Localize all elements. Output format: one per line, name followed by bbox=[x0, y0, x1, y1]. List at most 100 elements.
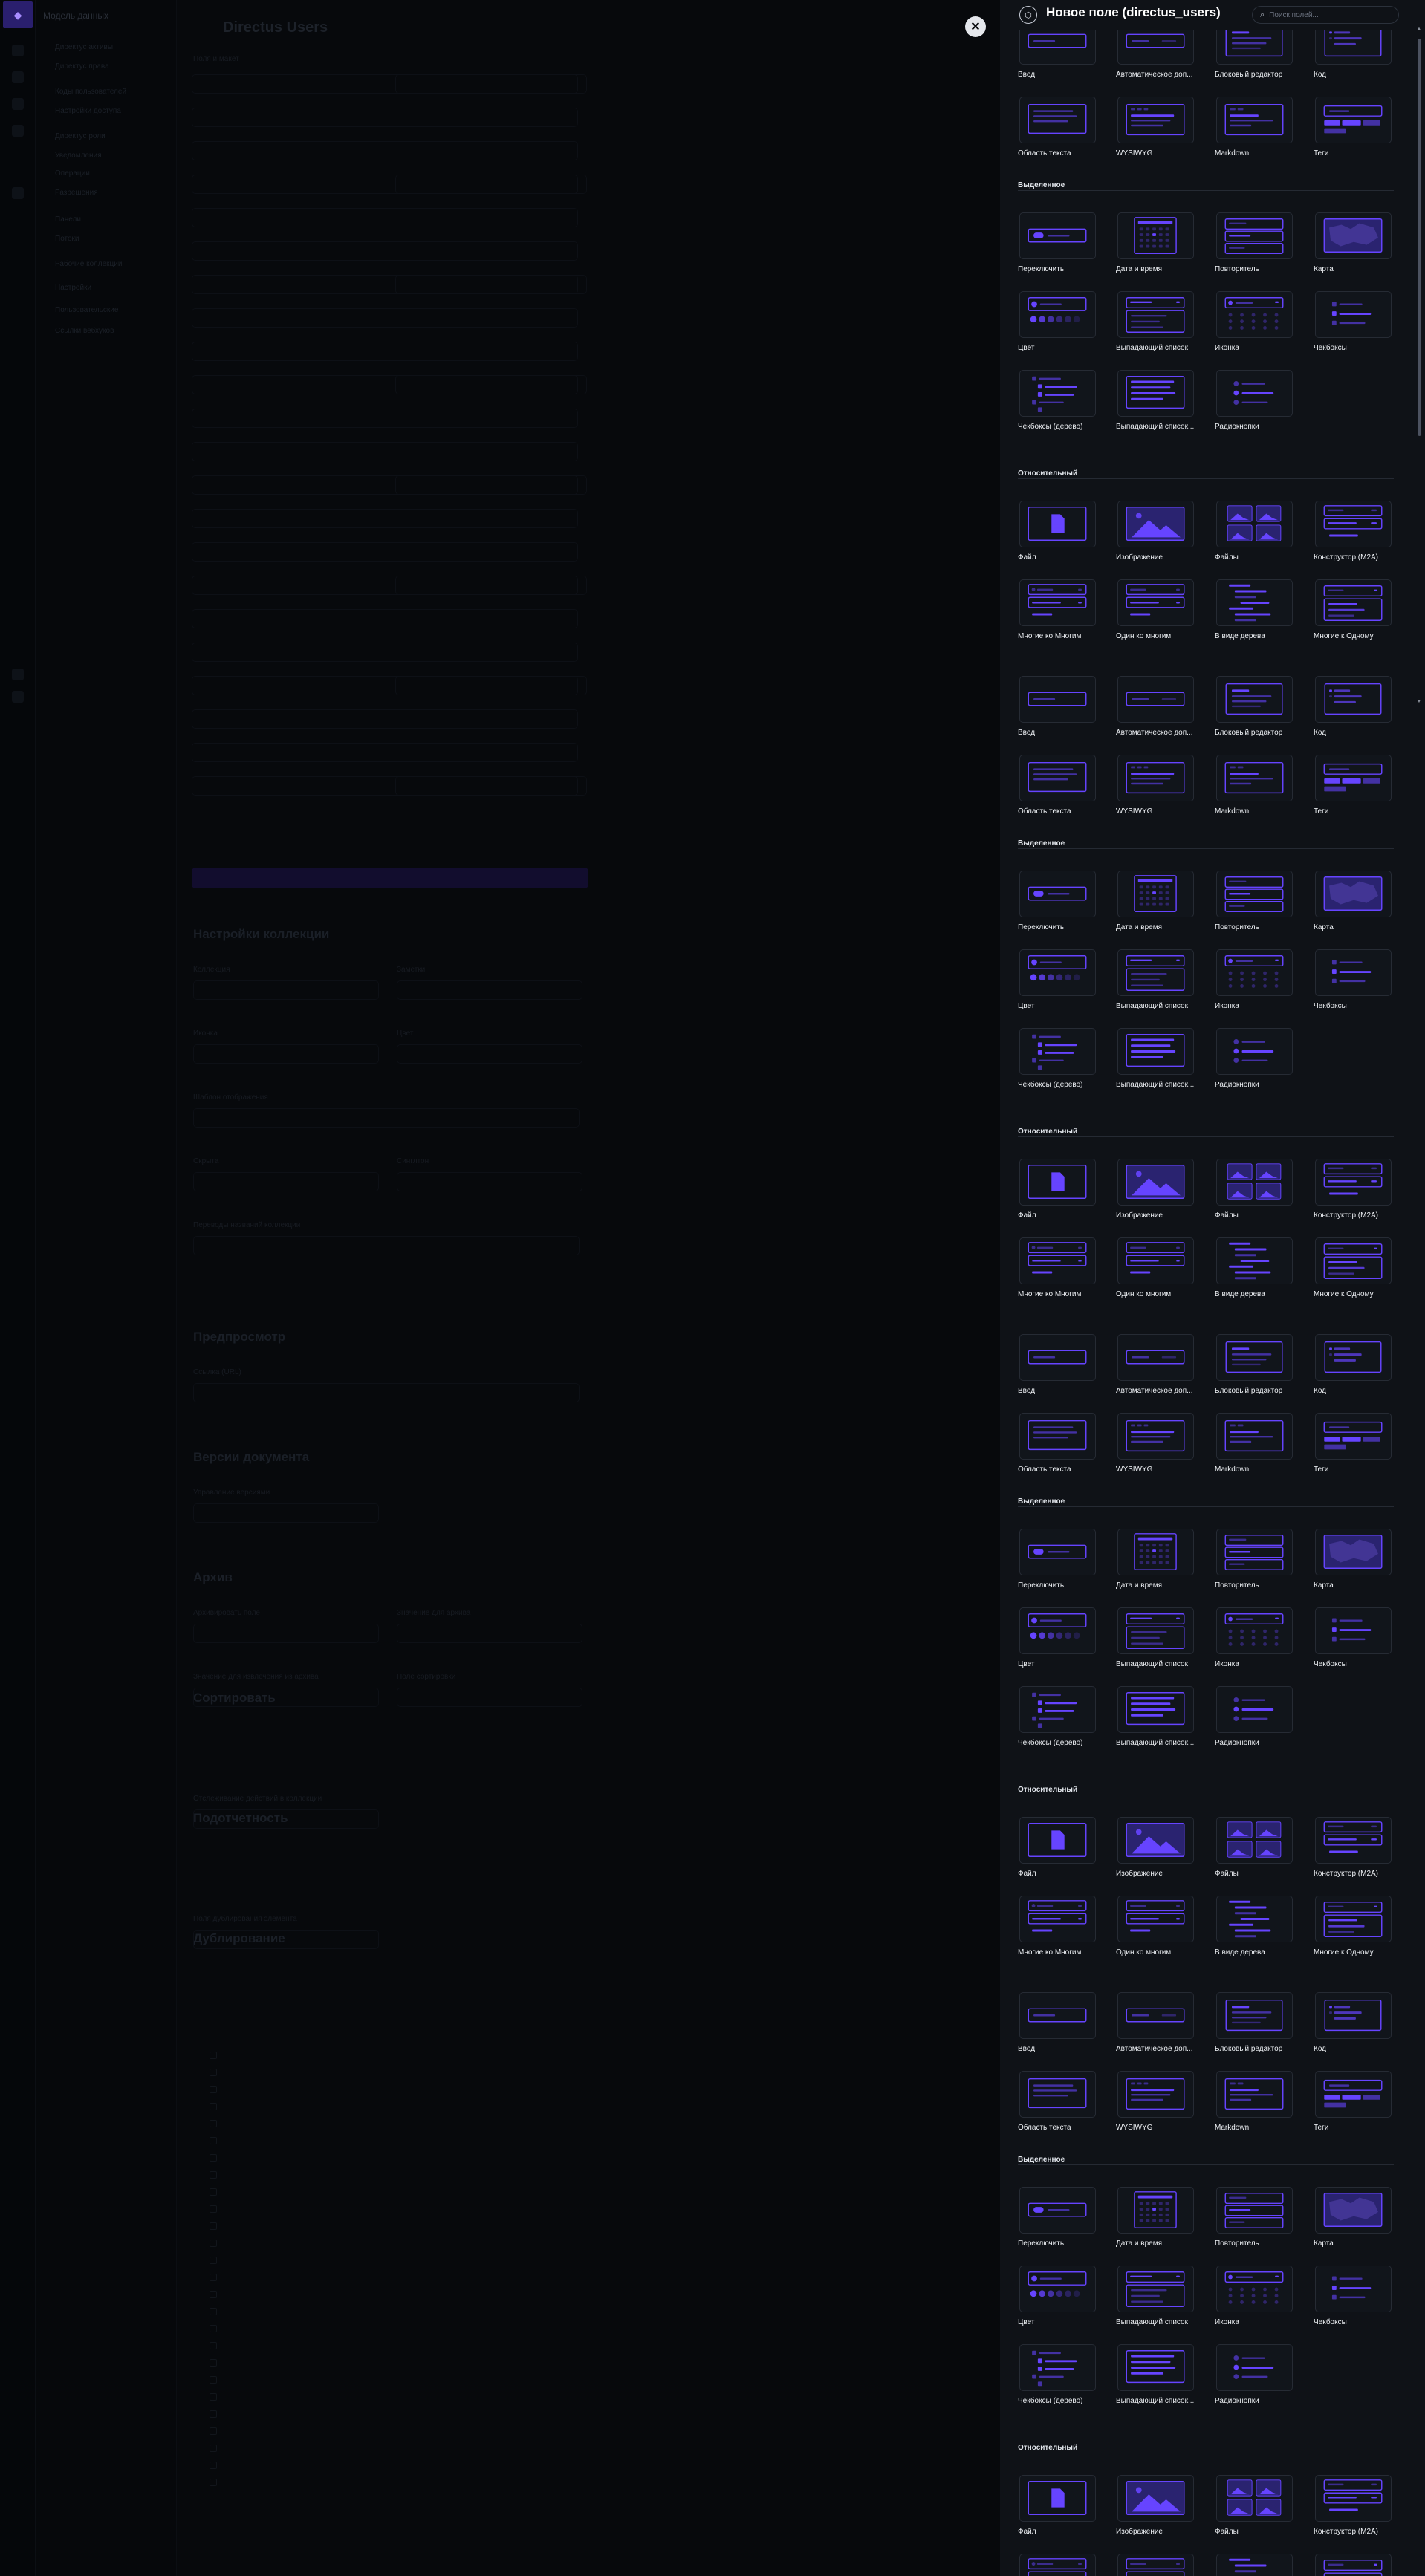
interface-card[interactable] bbox=[1216, 2071, 1293, 2118]
duplication-checkbox[interactable] bbox=[210, 2445, 217, 2452]
interface-card[interactable] bbox=[1315, 1992, 1392, 2039]
nav-item[interactable]: Рабочие коллекции bbox=[55, 260, 122, 268]
interface-card[interactable] bbox=[1019, 579, 1096, 626]
field-row[interactable] bbox=[192, 743, 578, 762]
interface-card[interactable] bbox=[1019, 2344, 1096, 2391]
interface-card[interactable] bbox=[1315, 2071, 1392, 2118]
interface-card[interactable] bbox=[1216, 949, 1293, 996]
interface-card[interactable] bbox=[1019, 2187, 1096, 2234]
scroll-down-icon[interactable]: ▼ bbox=[1417, 700, 1421, 704]
interface-card[interactable] bbox=[1019, 1607, 1096, 1654]
interface-card[interactable] bbox=[1315, 1817, 1392, 1864]
field-row[interactable] bbox=[395, 776, 587, 796]
form-field-input[interactable] bbox=[193, 1044, 379, 1064]
interface-card[interactable] bbox=[1019, 2554, 1096, 2576]
interface-card[interactable] bbox=[1315, 755, 1392, 801]
nav-item[interactable]: Разрешения bbox=[55, 189, 98, 197]
nav-item[interactable]: Ссылки вебхуков bbox=[55, 327, 114, 335]
interface-card[interactable] bbox=[1019, 755, 1096, 801]
duplication-checkbox[interactable] bbox=[210, 2462, 217, 2469]
interface-card[interactable] bbox=[1117, 2266, 1194, 2312]
field-row[interactable] bbox=[192, 709, 578, 729]
interface-card[interactable] bbox=[1315, 2266, 1392, 2312]
interface-card[interactable] bbox=[1117, 501, 1194, 547]
interface-card[interactable] bbox=[1315, 501, 1392, 547]
form-field-input[interactable] bbox=[193, 1172, 379, 1191]
interface-card[interactable] bbox=[1019, 949, 1096, 996]
duplication-checkbox[interactable] bbox=[210, 2052, 217, 2059]
files-module-icon[interactable] bbox=[12, 98, 24, 110]
field-row[interactable] bbox=[192, 241, 578, 261]
interface-card[interactable] bbox=[1019, 291, 1096, 338]
form-field-input[interactable] bbox=[193, 1383, 580, 1402]
interface-card[interactable] bbox=[1315, 1237, 1392, 1284]
interface-card[interactable] bbox=[1117, 291, 1194, 338]
interface-card[interactable] bbox=[1117, 949, 1194, 996]
interface-card[interactable] bbox=[1315, 1529, 1392, 1575]
duplication-checkbox[interactable] bbox=[210, 2103, 217, 2110]
duplication-checkbox[interactable] bbox=[210, 2274, 217, 2281]
form-field-input[interactable] bbox=[397, 980, 582, 1000]
nav-item[interactable]: Панели bbox=[55, 215, 81, 224]
interface-card[interactable] bbox=[1315, 97, 1392, 143]
interface-card[interactable] bbox=[1216, 1413, 1293, 1460]
field-row[interactable] bbox=[192, 442, 578, 461]
settings-module-icon[interactable] bbox=[12, 187, 24, 199]
nav-item[interactable]: Директус роли bbox=[55, 132, 106, 140]
duplication-checkbox[interactable] bbox=[210, 2154, 217, 2162]
duplication-checkbox[interactable] bbox=[210, 2342, 217, 2349]
duplication-checkbox[interactable] bbox=[210, 2240, 217, 2247]
interface-card[interactable] bbox=[1019, 871, 1096, 917]
interface-card[interactable] bbox=[1315, 2475, 1392, 2522]
duplication-checkbox[interactable] bbox=[210, 2393, 217, 2401]
interface-card[interactable] bbox=[1117, 212, 1194, 259]
duplication-checkbox[interactable] bbox=[210, 2069, 217, 2076]
interface-card[interactable] bbox=[1019, 501, 1096, 547]
field-row[interactable] bbox=[395, 275, 587, 294]
duplication-checkbox[interactable] bbox=[210, 2427, 217, 2435]
interface-card[interactable] bbox=[1216, 1334, 1293, 1381]
interface-card[interactable] bbox=[1216, 2475, 1293, 2522]
form-field-input[interactable] bbox=[193, 1930, 379, 1949]
field-row[interactable] bbox=[192, 108, 578, 127]
interface-card[interactable] bbox=[1216, 1686, 1293, 1733]
interface-card[interactable] bbox=[1019, 1413, 1096, 1460]
interface-card[interactable] bbox=[1019, 1237, 1096, 1284]
duplication-checkbox[interactable] bbox=[210, 2479, 217, 2486]
interface-card[interactable] bbox=[1019, 1529, 1096, 1575]
interface-card[interactable] bbox=[1216, 2554, 1293, 2576]
interface-card[interactable] bbox=[1216, 1896, 1293, 1942]
interface-card[interactable] bbox=[1216, 2344, 1293, 2391]
interface-card[interactable] bbox=[1117, 1413, 1194, 1460]
interface-card[interactable] bbox=[1216, 2187, 1293, 2234]
interface-card[interactable] bbox=[1216, 1817, 1293, 1864]
interface-card[interactable] bbox=[1117, 1686, 1194, 1733]
duplication-checkbox[interactable] bbox=[210, 2325, 217, 2332]
duplication-checkbox[interactable] bbox=[210, 2291, 217, 2298]
interface-card[interactable] bbox=[1117, 1607, 1194, 1654]
notifications-icon[interactable] bbox=[12, 669, 24, 680]
form-field-input[interactable] bbox=[193, 1503, 379, 1523]
interface-card[interactable] bbox=[1019, 1817, 1096, 1864]
directus-logo-icon[interactable]: ◆ bbox=[3, 1, 33, 28]
interface-card[interactable] bbox=[1315, 949, 1392, 996]
nav-item[interactable]: Директус активы bbox=[55, 43, 113, 51]
duplication-checkbox[interactable] bbox=[210, 2359, 217, 2367]
duplication-checkbox[interactable] bbox=[210, 2308, 217, 2315]
drawer-scrollbar[interactable]: ▲ ▼ bbox=[1417, 18, 1421, 710]
duplication-checkbox[interactable] bbox=[210, 2205, 217, 2213]
interface-card[interactable] bbox=[1117, 1159, 1194, 1206]
interface-card[interactable] bbox=[1019, 370, 1096, 417]
nav-item[interactable]: Операции bbox=[55, 169, 90, 178]
scrollbar-thumb[interactable] bbox=[1418, 39, 1421, 436]
form-field-input[interactable] bbox=[397, 1044, 582, 1064]
interface-card[interactable] bbox=[1315, 1334, 1392, 1381]
field-row[interactable] bbox=[192, 308, 578, 328]
user-avatar-icon[interactable] bbox=[12, 691, 24, 703]
field-row[interactable] bbox=[395, 175, 587, 194]
interface-card[interactable] bbox=[1117, 2344, 1194, 2391]
interface-card[interactable] bbox=[1117, 1896, 1194, 1942]
field-search-input[interactable]: ⌕ Поиск полей... bbox=[1252, 6, 1399, 24]
field-row[interactable] bbox=[192, 609, 578, 628]
interface-card[interactable] bbox=[1216, 676, 1293, 723]
